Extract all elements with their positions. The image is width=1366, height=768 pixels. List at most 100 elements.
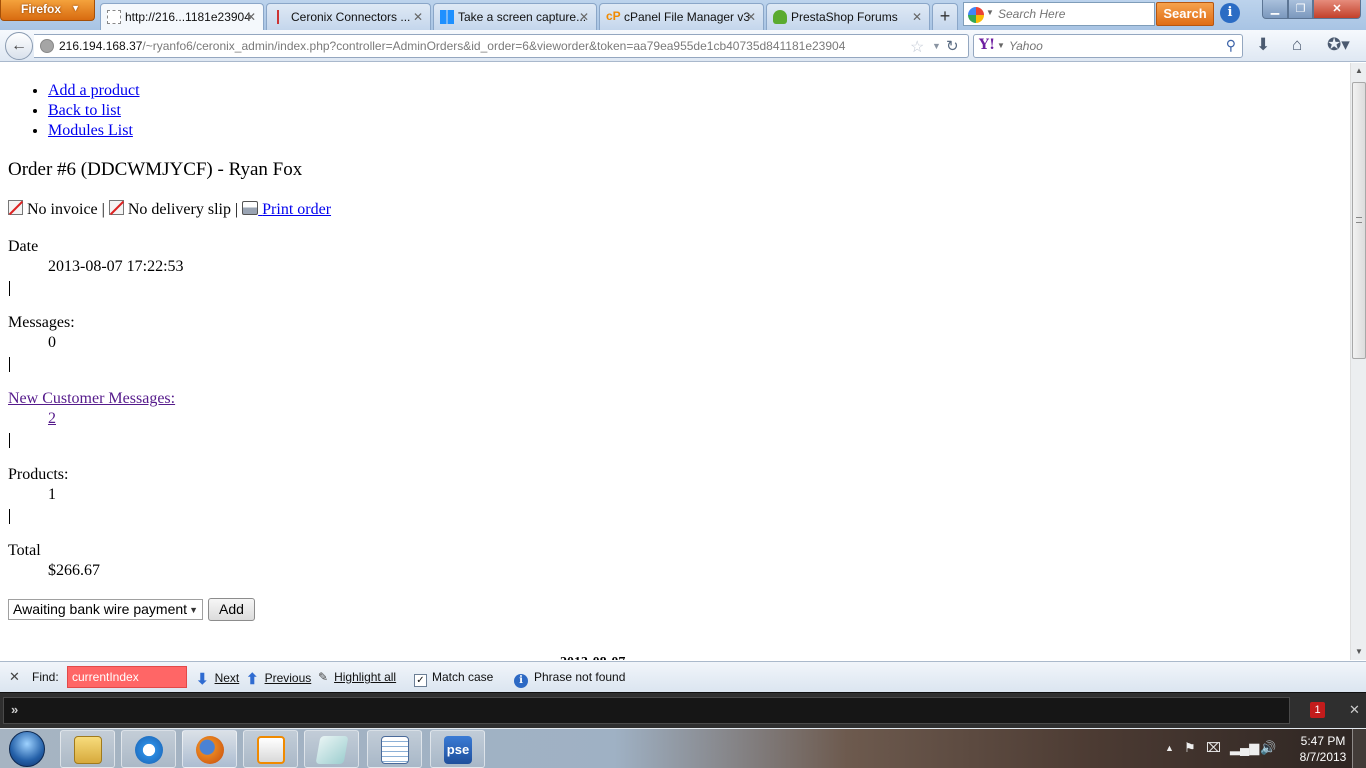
tab-strip: Firefox ▼ http://216...1181e23904 ✕ Cero…	[0, 0, 1366, 30]
new-tab-button[interactable]: +	[932, 3, 958, 30]
action-center-flag-icon[interactable]: ⚑	[1184, 740, 1196, 756]
messages-value: 0	[48, 334, 56, 351]
address-bar[interactable]: 216.194.168.37/~ryanfo6/ceronix_admin/in…	[34, 34, 969, 58]
back-to-list-link[interactable]: Back to list	[48, 102, 121, 119]
taskbar-calc-document[interactable]	[367, 730, 422, 768]
minimize-window-button[interactable]: ▁	[1262, 0, 1288, 19]
modules-list-link[interactable]: Modules List	[48, 122, 133, 139]
home-icon[interactable]: ⌂	[1292, 35, 1302, 55]
tab-prestashop-forums[interactable]: PrestaShop Forums ✕	[766, 3, 930, 30]
highlight-all-label: Highlight all	[334, 670, 397, 684]
maximize-window-button[interactable]: ❐	[1288, 0, 1313, 19]
taskbar-firefox[interactable]	[182, 730, 237, 768]
print-order-label: Print order	[262, 201, 332, 218]
no-delivery-slip-label: No delivery slip	[127, 201, 231, 218]
clock-date[interactable]: 8/7/2013	[1289, 750, 1357, 764]
toolbar-search-button[interactable]: Search	[1156, 2, 1214, 26]
new-customer-messages-count-link[interactable]: 2	[48, 410, 56, 428]
downloads-icon[interactable]: ⬇	[1256, 35, 1270, 55]
date-value: 2013-08-07 17:22:53	[48, 258, 184, 275]
url-text[interactable]: 216.194.168.37/~ryanfo6/ceronix_admin/in…	[59, 39, 845, 53]
start-button[interactable]	[3, 729, 51, 768]
page-content: Add a product Back to list Modules List …	[0, 63, 1350, 660]
close-window-button[interactable]: ✕	[1313, 0, 1361, 19]
list-item: Add a product	[48, 81, 140, 101]
list-item: Back to list	[48, 101, 140, 121]
tab-current-order[interactable]: http://216...1181e23904 ✕	[100, 3, 264, 30]
scroll-up-icon[interactable]: ▲	[1351, 63, 1366, 79]
find-previous-button[interactable]: ⬆ Previous	[246, 670, 311, 688]
divider	[9, 357, 10, 372]
taskbar-notes-app[interactable]	[304, 730, 359, 768]
partially-visible-date: 2013-08-07	[560, 655, 625, 660]
tab-cpanel-file-manager[interactable]: cP cPanel File Manager v3 ✕	[599, 3, 764, 30]
navigation-toolbar: ← 216.194.168.37/~ryanfo6/ceronix_admin/…	[0, 30, 1366, 62]
match-case-label: Match case	[432, 670, 494, 684]
scroll-down-icon[interactable]: ▼	[1351, 644, 1366, 660]
find-input[interactable]	[67, 666, 187, 688]
print-order-link[interactable]: Print order	[242, 201, 331, 218]
chevron-down-icon[interactable]: ▼	[997, 41, 1005, 50]
close-tab-icon[interactable]: ✕	[912, 10, 922, 24]
taskbar-explorer[interactable]	[60, 730, 115, 768]
total-value: $266.67	[48, 562, 100, 579]
info-icon[interactable]: i	[1220, 3, 1240, 23]
volume-icon[interactable]: 🔊	[1260, 740, 1276, 756]
taskbar-media-player[interactable]	[243, 730, 298, 768]
taskbar-photoshop-elements[interactable]: pse	[430, 730, 485, 768]
toolbar-search-input[interactable]	[998, 7, 1148, 21]
close-console-icon[interactable]: ✕	[1349, 702, 1360, 718]
bookmark-star-icon[interactable]: ☆	[910, 37, 924, 57]
site-identity-icon[interactable]	[40, 39, 54, 53]
highlighter-icon: ✎	[318, 670, 329, 684]
console-prompt-icon: »	[11, 702, 19, 717]
separator: |	[101, 201, 105, 218]
scrollbar-thumb[interactable]	[1352, 82, 1366, 359]
search-icon[interactable]: ⚲	[1226, 37, 1236, 54]
match-case-checkbox[interactable]: ✓ Match case	[414, 670, 493, 687]
url-history-dropdown-icon[interactable]: ▼	[932, 41, 941, 51]
highlight-all-button[interactable]: ✎ Highlight all	[318, 670, 396, 684]
yahoo-search-input[interactable]	[1009, 39, 1189, 53]
chevron-down-icon[interactable]: ▼	[986, 8, 994, 17]
order-status-select[interactable]: Awaiting bank wire payment ▼	[8, 599, 203, 620]
total-label: Total	[8, 542, 41, 559]
close-find-bar-icon[interactable]: ✕	[9, 669, 20, 685]
close-tab-icon[interactable]: ✕	[579, 10, 589, 24]
console-input[interactable]: »	[3, 697, 1290, 724]
error-count-badge[interactable]: 1	[1310, 702, 1325, 718]
add-status-button[interactable]: Add	[208, 598, 255, 621]
info-icon: i	[514, 674, 528, 688]
clock-time[interactable]: 5:47 PM	[1293, 734, 1353, 748]
firefox-menu-button[interactable]: Firefox ▼	[0, 0, 95, 21]
close-tab-icon[interactable]: ✕	[246, 10, 256, 24]
tab-ceronix-connectors[interactable]: Ceronix Connectors ... ✕	[266, 3, 431, 30]
reload-icon[interactable]: ↻	[946, 37, 959, 55]
chevron-down-icon: ▼	[189, 605, 198, 615]
ceronix-icon	[277, 10, 283, 24]
yahoo-icon[interactable]: Y!	[979, 37, 995, 53]
show-hidden-icons-icon[interactable]: ▲	[1165, 743, 1174, 753]
taskbar-internet-explorer[interactable]	[121, 730, 176, 768]
back-arrow-icon[interactable]: ←	[5, 32, 33, 60]
new-customer-messages-link[interactable]: New Customer Messages:	[8, 390, 175, 408]
close-tab-icon[interactable]: ✕	[413, 10, 423, 24]
show-desktop-button[interactable]	[1352, 729, 1366, 768]
photoshop-elements-icon: pse	[444, 736, 472, 764]
network-signal-icon[interactable]: ▂▄▆	[1230, 740, 1259, 756]
vertical-scrollbar[interactable]: ▲ ▼	[1350, 63, 1366, 660]
arrow-down-icon: ⬇	[196, 671, 209, 688]
yahoo-search-box[interactable]: Y! ▼ ⚲	[973, 34, 1243, 58]
add-product-link[interactable]: Add a product	[48, 82, 140, 99]
tab-label: Ceronix Connectors ...	[291, 10, 411, 24]
bookmarks-menu-icon[interactable]: ✪▾	[1327, 35, 1350, 55]
toolbar-search-box[interactable]: ▼	[963, 2, 1155, 26]
tab-screen-capture[interactable]: Take a screen capture... ✕	[433, 3, 597, 30]
list-item: Modules List	[48, 121, 140, 141]
close-tab-icon[interactable]: ✕	[746, 10, 756, 24]
device-icon[interactable]: ⌧	[1206, 740, 1221, 756]
no-delivery-slip-icon	[108, 200, 124, 215]
find-next-button[interactable]: ⬇ Next	[196, 670, 239, 688]
divider	[9, 509, 10, 524]
no-invoice-icon	[8, 200, 23, 215]
